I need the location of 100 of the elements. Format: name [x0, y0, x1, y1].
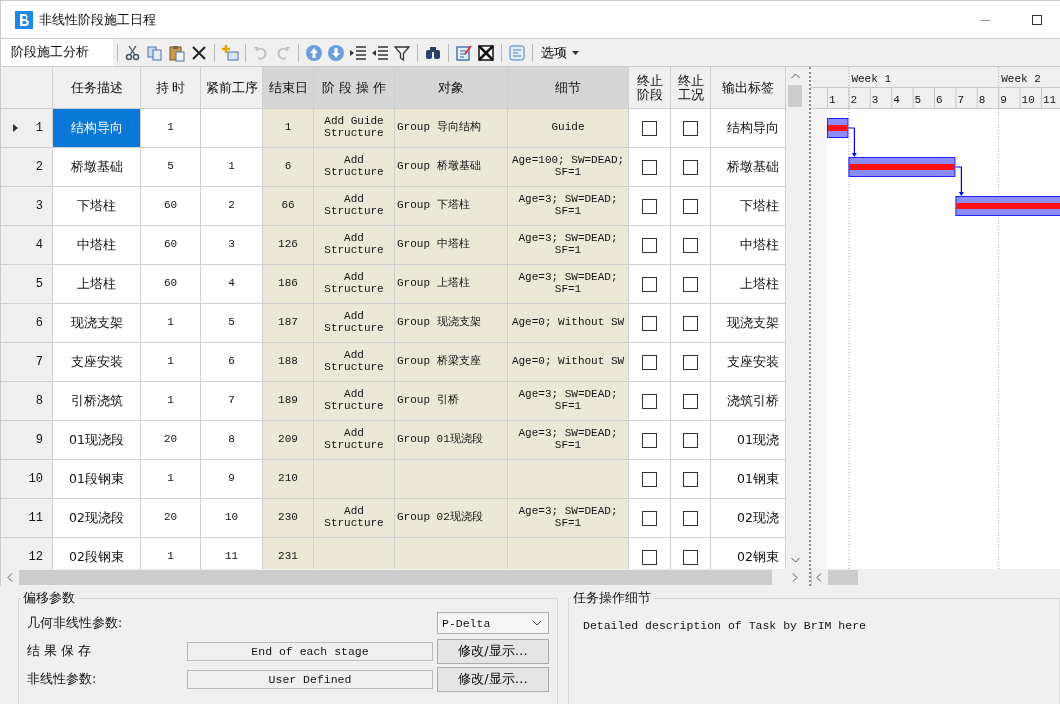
table-cell: 02现浇段: [53, 499, 141, 537]
dropdown[interactable]: P-Delta: [437, 612, 549, 634]
scroll-thumb[interactable]: [828, 570, 858, 585]
checkbox[interactable]: [683, 120, 698, 136]
chevron-down-icon: [532, 620, 542, 626]
table-cell: Add Structure: [314, 499, 395, 537]
checkbox[interactable]: [683, 432, 698, 448]
checkbox[interactable]: [642, 198, 657, 214]
task-detail-text: Detailed description of Task by BrIM here: [582, 618, 867, 632]
edit-show-button[interactable]: 修改/显示…: [437, 666, 549, 692]
table-cell: Age=3; SW=DEAD; SF=1: [508, 226, 629, 264]
table-cell: 20: [141, 421, 201, 459]
day-label: 5: [914, 94, 922, 106]
options-menu[interactable]: 选项: [537, 43, 583, 62]
row-header[interactable]: 2: [1, 148, 53, 186]
scroll-thumb[interactable]: [19, 570, 772, 585]
table-cell: 60: [141, 265, 201, 303]
checkbox[interactable]: [642, 276, 657, 292]
checkbox[interactable]: [642, 510, 657, 526]
row-header[interactable]: 9: [1, 421, 53, 459]
column-header[interactable]: 终止工况: [671, 67, 711, 108]
row-header[interactable]: 10: [1, 460, 53, 498]
table-cell: 上塔柱: [53, 265, 141, 303]
checkbox[interactable]: [642, 549, 657, 565]
checkbox[interactable]: [683, 471, 698, 487]
table-cell: 60: [141, 187, 201, 225]
column-header[interactable]: 阶 段 操 作: [314, 67, 395, 108]
day-label: 9: [1000, 94, 1007, 106]
table-cell: Age=3; SW=DEAD; SF=1: [508, 265, 629, 303]
scroll-thumb[interactable]: [788, 85, 802, 107]
table-cell: Group 桥梁支座: [395, 343, 508, 381]
row-header[interactable]: 8: [1, 382, 53, 420]
table-cell: Group 下塔柱: [395, 187, 508, 225]
week-label: Week 1: [851, 73, 891, 85]
edit-show-button[interactable]: 修改/显示…: [437, 638, 549, 664]
row-header[interactable]: 6: [1, 304, 53, 342]
column-header[interactable]: 终止阶段: [629, 67, 671, 108]
checkbox[interactable]: [642, 393, 657, 409]
column-header[interactable]: 结束日: [263, 67, 314, 108]
row-header[interactable]: 7: [1, 343, 53, 381]
value-field: User Defined: [187, 669, 433, 689]
checkbox[interactable]: [642, 120, 657, 136]
column-header[interactable]: 任务描述: [53, 67, 141, 108]
day-label: 6: [936, 94, 943, 106]
checkbox[interactable]: [683, 354, 698, 370]
checkbox[interactable]: [683, 198, 698, 214]
row-header[interactable]: 12: [1, 538, 53, 569]
table-cell: Age=0; Without SW: [508, 343, 629, 381]
table-cell: Add Structure: [314, 148, 395, 186]
value-field: End of each stage: [187, 641, 433, 661]
row-header[interactable]: 3: [1, 187, 53, 225]
column-header[interactable]: 紧前工序: [201, 67, 263, 108]
table-cell: Add Structure: [314, 343, 395, 381]
table-cell: Group 引桥: [395, 382, 508, 420]
checkbox[interactable]: [642, 471, 657, 487]
checkbox[interactable]: [642, 315, 657, 331]
day-label: 10: [1021, 94, 1035, 106]
checkbox[interactable]: [683, 237, 698, 253]
day-label: 2: [850, 94, 857, 106]
column-header[interactable]: 对象: [395, 67, 508, 108]
table-cell: Age=3; SW=DEAD; SF=1: [508, 499, 629, 537]
window-title: 非线性阶段施工日程: [39, 10, 156, 29]
table-cell: 1: [141, 304, 201, 342]
checkbox[interactable]: [642, 159, 657, 175]
gantt-bar[interactable]: [955, 196, 1060, 216]
column-header[interactable]: 细节: [508, 67, 629, 108]
column-header[interactable]: 输出标签: [711, 67, 786, 108]
checkbox[interactable]: [683, 549, 698, 565]
gantt-bar[interactable]: [848, 157, 956, 177]
table-cell: Group 桥墩基础: [395, 148, 508, 186]
checkbox[interactable]: [683, 276, 698, 292]
column-header[interactable]: 持 时: [141, 67, 201, 108]
table-cell: 支座安装: [53, 343, 141, 381]
table-cell: Age=3; SW=DEAD; SF=1: [508, 421, 629, 459]
table-cell: 1: [141, 109, 201, 147]
row-header[interactable]: 11: [1, 499, 53, 537]
gantt-bar[interactable]: [827, 118, 849, 138]
day-label: 1: [829, 94, 836, 106]
checkbox[interactable]: [683, 315, 698, 331]
day-label: 8: [978, 94, 986, 106]
table-cell: 20: [141, 499, 201, 537]
group-title: 偏移参数: [22, 590, 76, 607]
table-cell: Group 导向结构: [395, 109, 508, 147]
row-header[interactable]: 1: [1, 109, 53, 147]
table-cell: Age=3; SW=DEAD; SF=1: [508, 382, 629, 420]
table-cell: 1: [141, 343, 201, 381]
toolbar-title: 阶段施工分析: [1, 39, 113, 66]
row-header[interactable]: 5: [1, 265, 53, 303]
checkbox[interactable]: [683, 510, 698, 526]
checkbox[interactable]: [642, 237, 657, 253]
row-header[interactable]: 4: [1, 226, 53, 264]
gantt-scrollbar[interactable]: [811, 569, 1060, 586]
caret-icon: [572, 50, 579, 55]
dependency-arrow: [954, 166, 964, 196]
checkbox[interactable]: [683, 159, 698, 175]
checkbox[interactable]: [683, 393, 698, 409]
checkbox[interactable]: [642, 432, 657, 448]
maximize-icon: [1032, 14, 1042, 25]
week-label: Week 2: [1001, 73, 1041, 85]
checkbox[interactable]: [642, 354, 657, 370]
